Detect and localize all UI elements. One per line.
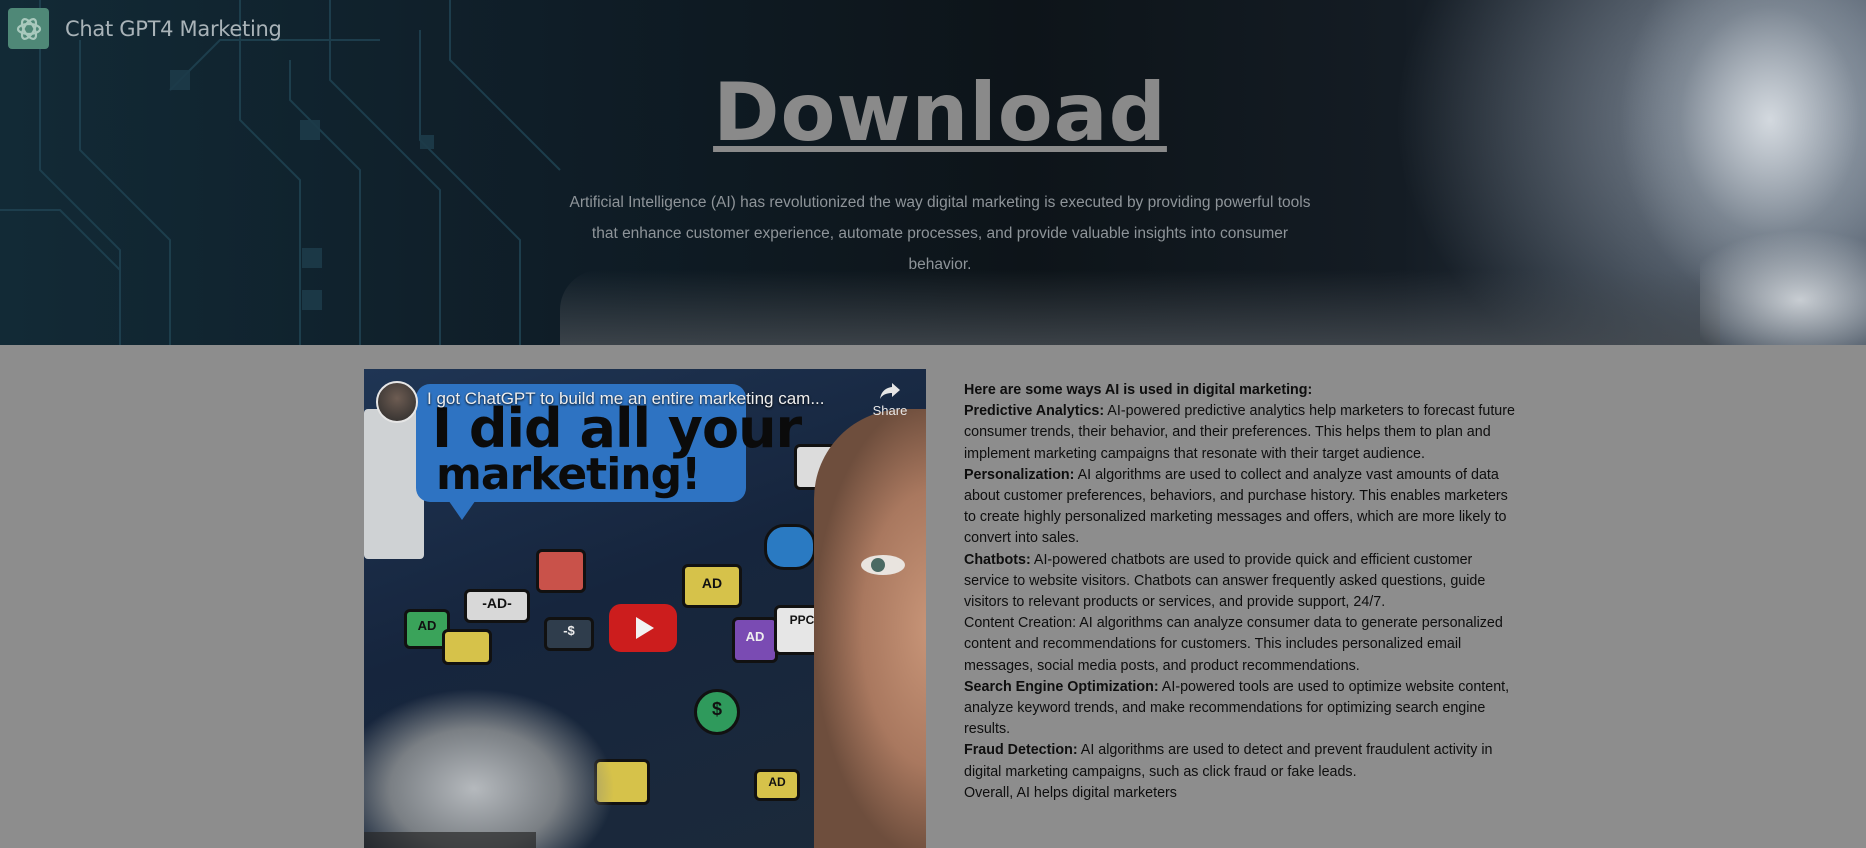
robot-head-graphic (364, 409, 424, 559)
section-seo: Search Engine Optimization: AI-powered t… (964, 678, 1510, 738)
share-button[interactable]: Share (864, 381, 916, 418)
article-intro: Here are some ways AI is used in digital… (964, 382, 1313, 398)
share-arrow-icon (880, 383, 900, 399)
dollar-tile: $ (694, 689, 740, 735)
presenter-eye-graphic (861, 555, 905, 575)
share-label: Share (872, 403, 908, 418)
section-chatbots: Chatbots: AI-powered chatbots are used t… (964, 551, 1486, 611)
youtube-play-icon[interactable] (609, 604, 677, 652)
video-title[interactable]: I got ChatGPT to build me an entire mark… (427, 389, 824, 409)
section-personalization: Personalization: AI algorithms are used … (964, 466, 1508, 547)
hero-banner: Chat GPT4 Marketing Download Artificial … (0, 0, 1866, 345)
video-progress-strip (364, 832, 536, 848)
youtube-video-embed[interactable]: I did all your marketing! AD -AD- AD AD … (364, 369, 926, 848)
download-link[interactable]: Download (0, 66, 1866, 159)
monitor-tile (442, 629, 492, 665)
brand-name: Chat GPT4 Marketing (65, 16, 282, 41)
hero-description: Artificial Intelligence (AI) has revolut… (569, 194, 1311, 273)
section-content-creation: Content Creation: AI algorithms can anal… (964, 615, 1503, 674)
ad-tile: AD (754, 769, 800, 801)
cloud-tile (764, 524, 816, 570)
thumbnail-headline-line2: marketing! (436, 449, 701, 500)
ad-tile: AD (682, 564, 742, 608)
section-predictive-analytics: Predictive Analytics: AI-powered predict… (964, 403, 1515, 462)
article-outro: Overall, AI helps digital marketers (964, 784, 1177, 801)
ad-tile: -AD- (464, 589, 530, 623)
robot-shoulder-graphic (1700, 230, 1866, 345)
dollar-tile: -$ (544, 617, 594, 651)
main-content: I did all your marketing! AD -AD- AD AD … (0, 345, 1866, 848)
channel-avatar[interactable] (376, 381, 418, 423)
presenter-face-graphic (814, 409, 926, 848)
section-fraud-detection: Fraud Detection: AI algorithms are used … (964, 742, 1493, 780)
ad-tile: AD (732, 617, 778, 663)
robot-arm-graphic (364, 669, 614, 848)
article-text: Here are some ways AI is used in digital… (964, 380, 1520, 804)
brand[interactable]: Chat GPT4 Marketing (8, 8, 282, 49)
envelope-tile (536, 549, 586, 593)
openai-knot-icon (8, 8, 49, 49)
dashboard-panel-graphic (560, 270, 1720, 345)
play-triangle-icon (636, 617, 654, 639)
